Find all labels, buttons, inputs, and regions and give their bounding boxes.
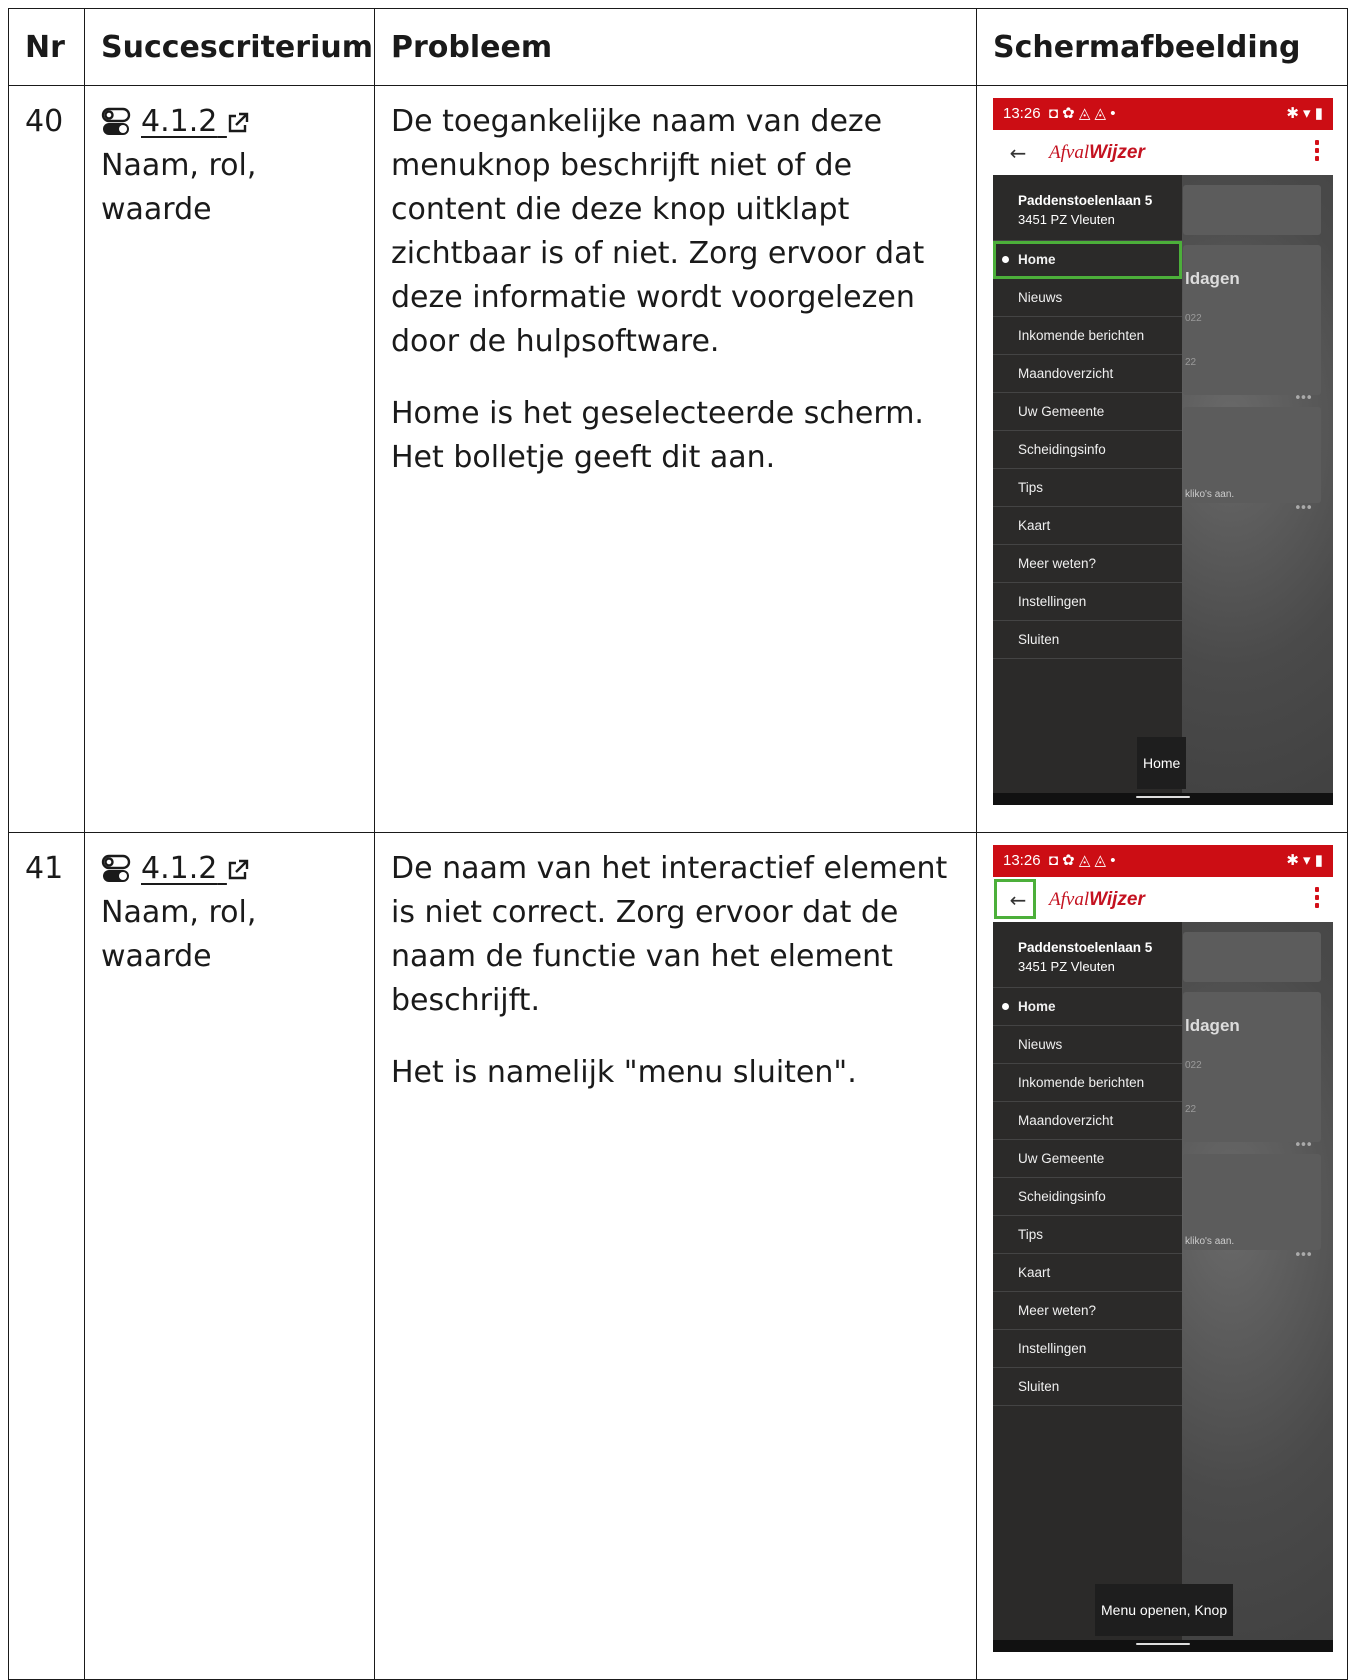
selected-dot-icon <box>1002 1003 1009 1010</box>
problem-paragraph: Home is het geselecteerde scherm. Het bo… <box>391 396 924 475</box>
menu-item-kaart[interactable]: Kaart <box>993 507 1182 545</box>
focus-indicator <box>994 879 1036 919</box>
menu-item-sluiten[interactable]: Sluiten <box>993 621 1182 659</box>
row-number: 41 <box>8 832 85 1680</box>
menu-item-maandoverzicht[interactable]: Maandoverzicht <box>993 355 1182 393</box>
card-title: ldagen <box>1185 269 1240 288</box>
more-options-icon[interactable] <box>1315 140 1319 164</box>
menu-item-inkomende-berichten[interactable]: Inkomende berichten <box>993 1064 1182 1102</box>
status-time: 13:26 <box>1003 852 1041 869</box>
phone-screenshot: 13:26 ◘ ✿ ◬ ◬ • ✱ ▾ ▮ ← AfvalWijzer ldag… <box>993 845 1333 1652</box>
menu-item-meer-weten[interactable]: Meer weten? <box>993 1292 1182 1330</box>
criterion-code: 4.1.2 <box>141 851 218 886</box>
problem-paragraph: De toegankelijke naam van deze menuknop … <box>391 104 925 359</box>
header-screenshot: Schermafbeelding <box>976 8 1348 86</box>
menu-item-tips[interactable]: Tips <box>993 1216 1182 1254</box>
screen-reader-tooltip: Menu openen, Knop <box>1095 1584 1234 1636</box>
menu-item-scheidingsinfo[interactable]: Scheidingsinfo <box>993 431 1182 469</box>
menu-item-tips[interactable]: Tips <box>993 469 1182 507</box>
screenshot-cell: 13:26 ◘ ✿ ◬ ◬ • ✱ ▾ ▮ ← AfvalWijzer ldag… <box>976 832 1348 1680</box>
table-row: 41 4.1.2 Naam, rol, waarde De naam van h… <box>8 832 1348 1680</box>
app-logo: AfvalWijzer <box>1049 141 1145 163</box>
menu-item-instellingen[interactable]: Instellingen <box>993 583 1182 621</box>
more-icon: ••• <box>1293 1248 1313 1263</box>
menu-item-home[interactable]: Home <box>993 988 1182 1026</box>
navigation-drawer: Paddenstoelenlaan 5 3451 PZ Vleuten Home … <box>993 175 1182 805</box>
status-icons: ◘ ✿ ◬ ◬ • <box>1048 105 1116 122</box>
criterion-name: Naam, rol, waarde <box>101 148 257 227</box>
problem-cell: De naam van het interactief element is n… <box>374 832 977 1680</box>
criterion-cell: 4.1.2 Naam, rol, waarde <box>84 832 375 1680</box>
gesture-bar <box>993 1640 1333 1652</box>
audit-table: Nr Succescriterium Probleem Schermafbeel… <box>8 8 1348 1680</box>
criterion-link[interactable]: 4.1.2 <box>141 100 249 144</box>
problem-paragraph: De naam van het interactief element is n… <box>391 851 948 1018</box>
more-options-icon[interactable] <box>1315 887 1319 911</box>
status-bar: 13:26 ◘ ✿ ◬ ◬ • ✱ ▾ ▮ <box>993 845 1333 877</box>
more-icon: ••• <box>1293 501 1313 516</box>
menu-item-nieuws[interactable]: Nieuws <box>993 1026 1182 1064</box>
menu-item-nieuws[interactable]: Nieuws <box>993 279 1182 317</box>
header-nr: Nr <box>8 8 85 86</box>
header-criterion: Succescriterium <box>84 8 375 86</box>
app-bar: ← AfvalWijzer <box>993 130 1333 175</box>
toggle-icon <box>101 854 131 882</box>
external-link-icon <box>228 112 249 132</box>
criterion-cell: 4.1.2 Naam, rol, waarde <box>84 85 375 833</box>
status-icons: ◘ ✿ ◬ ◬ • <box>1048 852 1116 869</box>
menu-item-sluiten[interactable]: Sluiten <box>993 1368 1182 1406</box>
selected-dot-icon <box>1002 256 1009 263</box>
screenshot-cell: 13:26 ◘ ✿ ◬ ◬ • ✱ ▾ ▮ ← AfvalWijzer ldag… <box>976 85 1348 833</box>
menu-item-instellingen[interactable]: Instellingen <box>993 1330 1182 1368</box>
card-title: ldagen <box>1185 1016 1240 1035</box>
menu-item-home[interactable]: Home <box>993 241 1182 279</box>
toggle-icon <box>101 107 131 135</box>
app-bar: ← AfvalWijzer <box>993 877 1333 922</box>
menu-item-uw-gemeente[interactable]: Uw Gemeente <box>993 1140 1182 1178</box>
criterion-name: Naam, rol, waarde <box>101 895 257 974</box>
header-problem: Probleem <box>374 8 977 86</box>
problem-cell: De toegankelijke naam van deze menuknop … <box>374 85 977 833</box>
drawer-address: Paddenstoelenlaan 5 3451 PZ Vleuten <box>993 922 1182 988</box>
gesture-bar <box>993 793 1333 805</box>
menu-item-meer-weten[interactable]: Meer weten? <box>993 545 1182 583</box>
row-number: 40 <box>8 85 85 833</box>
drawer-address: Paddenstoelenlaan 5 3451 PZ Vleuten <box>993 175 1182 241</box>
menu-item-inkomende-berichten[interactable]: Inkomende berichten <box>993 317 1182 355</box>
back-arrow-icon[interactable]: ← <box>1005 131 1031 175</box>
menu-item-kaart[interactable]: Kaart <box>993 1254 1182 1292</box>
problem-paragraph: Het is namelijk "menu sluiten". <box>391 1055 857 1090</box>
menu-item-uw-gemeente[interactable]: Uw Gemeente <box>993 393 1182 431</box>
menu-item-scheidingsinfo[interactable]: Scheidingsinfo <box>993 1178 1182 1216</box>
status-time: 13:26 <box>1003 105 1041 122</box>
phone-screenshot: 13:26 ◘ ✿ ◬ ◬ • ✱ ▾ ▮ ← AfvalWijzer ldag… <box>993 98 1333 805</box>
external-link-icon <box>228 859 249 879</box>
table-row: 40 4.1.2 Naam, rol, waarde De toegankeli… <box>8 85 1348 833</box>
criterion-code: 4.1.2 <box>141 104 218 139</box>
navigation-drawer: Paddenstoelenlaan 5 3451 PZ Vleuten Home … <box>993 922 1182 1652</box>
header-row: Nr Succescriterium Probleem Schermafbeel… <box>8 8 1348 86</box>
menu-item-maandoverzicht[interactable]: Maandoverzicht <box>993 1102 1182 1140</box>
criterion-link[interactable]: 4.1.2 <box>141 847 249 891</box>
app-logo: AfvalWijzer <box>1049 888 1145 910</box>
screen-reader-tooltip: Home <box>1137 737 1187 789</box>
status-bar: 13:26 ◘ ✿ ◬ ◬ • ✱ ▾ ▮ <box>993 98 1333 130</box>
